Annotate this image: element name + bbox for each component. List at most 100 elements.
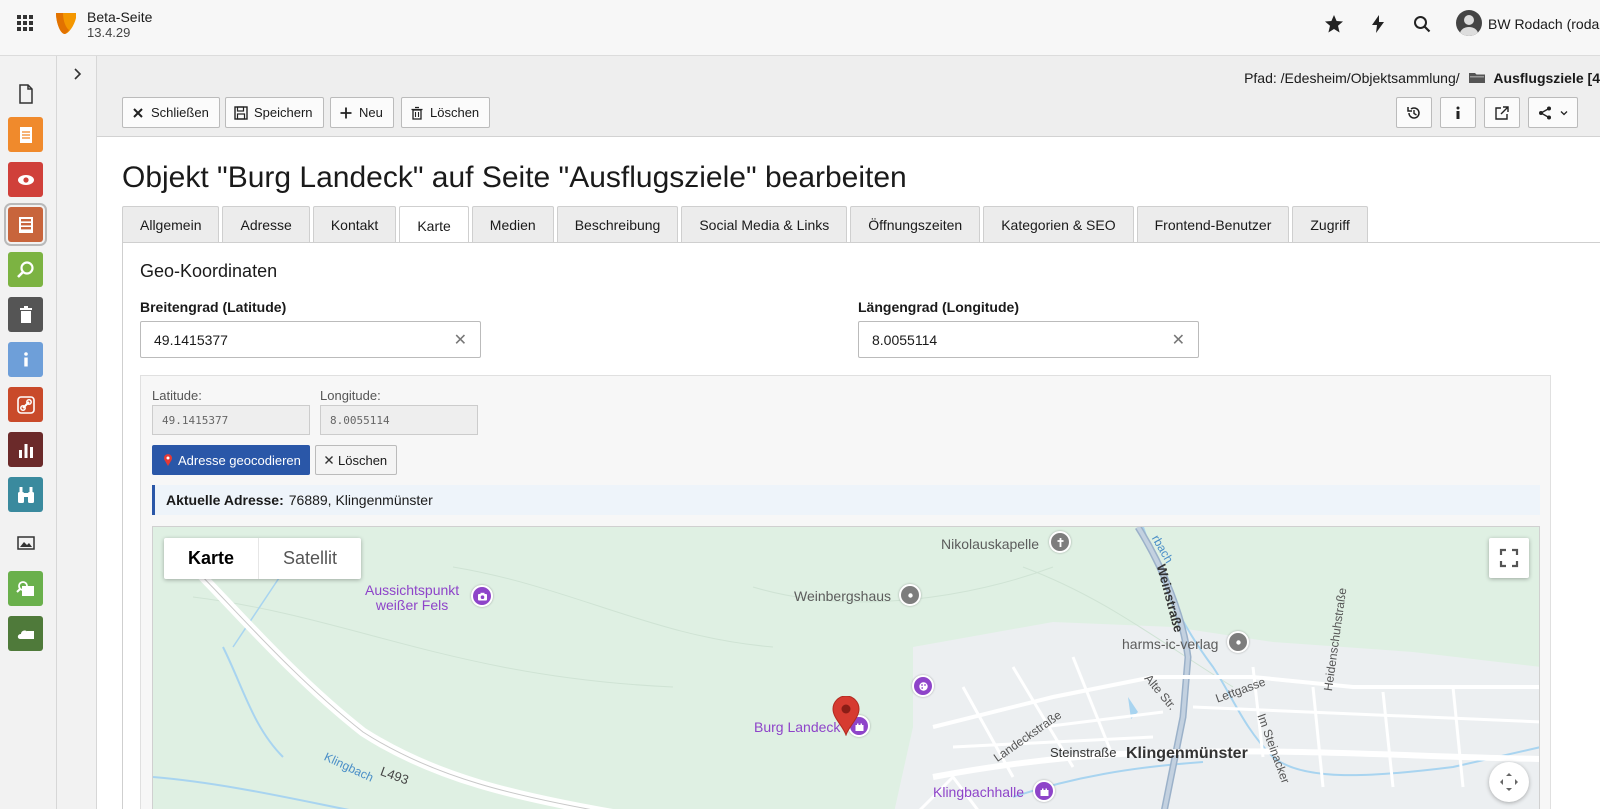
castle-icon[interactable] [1033,780,1055,802]
map-lat-readonly-field: 49.1415377 [152,405,310,435]
new-button[interactable]: Neu [330,97,394,128]
open-new-window-button[interactable] [1484,97,1520,128]
site-version: 13.4.29 [87,25,131,40]
search-module-icon[interactable] [8,252,43,287]
tab-beschreibung[interactable]: Beschreibung [556,206,679,243]
doc-header: Pfad: /Edesheim/Objektsammlung/ Ausflugs… [97,56,1600,137]
flash-cache-icon[interactable] [1366,12,1390,36]
delete-button[interactable]: Löschen [401,97,491,128]
location-marker-icon[interactable] [831,696,861,736]
place-dot-icon[interactable] [1227,631,1249,653]
close-button[interactable]: Schließen [122,97,220,128]
share-dropdown-button[interactable] [1528,97,1578,128]
camera-icon[interactable] [471,585,493,607]
history-icon [1407,106,1420,119]
palette-icon[interactable] [912,675,934,697]
site-name[interactable]: Beta-Seite [87,9,152,25]
save-button[interactable]: Speichern [225,97,324,128]
search-icon[interactable] [1410,12,1434,36]
clear-coordinates-button[interactable]: Löschen [315,445,398,475]
recycler-module-icon[interactable] [8,297,43,332]
current-address-value: 76889, Klingenmünster [288,492,433,508]
clear-latitude-icon[interactable]: ✕ [454,330,467,350]
external-link-icon [1495,105,1509,120]
map-type-satellit-button[interactable]: Satellit [259,538,361,579]
tab-frontend-benutzer[interactable]: Frontend-Benutzer [1136,206,1290,243]
map-lat-label: Latitude: [152,388,202,403]
info-button[interactable] [1440,97,1476,128]
poi-weinbergshaus-label: Weinbergshaus [794,588,892,604]
module-menu [0,56,57,809]
view-module-icon[interactable] [8,162,43,197]
app-grid-icon[interactable] [14,12,36,34]
cloud-module-icon[interactable] [8,616,43,651]
poi-nikolauskapelle-label: Nikolauskapelle [941,536,1040,552]
clear-longitude-icon[interactable]: ✕ [1172,330,1185,350]
tab-kategorien-seo[interactable]: Kategorien & SEO [983,206,1134,243]
poi-burg-landeck-label: Burg Landeck [754,719,841,735]
close-icon [325,456,333,464]
tab-medien[interactable]: Medien [471,206,554,243]
share-icon [1539,106,1551,119]
link-validator-module-icon[interactable] [8,387,43,422]
street-steinstrasse: Steinstraße [1050,745,1117,760]
town-klingenmuenster-label: Klingenmünster [1126,745,1248,762]
section-title: Geo-Koordinaten [140,261,278,281]
clear-button-label: Löschen [338,452,388,468]
longitude-field[interactable]: 8.0055114 ✕ [858,321,1199,358]
navigation-toggle-bar [57,56,97,809]
new-button-label: Neu [359,105,383,120]
binoculars-module-icon[interactable] [8,477,43,512]
tab-allgemein[interactable]: Allgemein [122,206,220,243]
tab-zugriff[interactable]: Zugriff [1292,206,1368,243]
map-lng-label: Longitude: [320,388,381,403]
page-title: Objekt "Burg Landeck" auf Seite "Ausflug… [122,161,907,194]
chevron-right-icon[interactable] [69,66,85,82]
save-button-label: Speichern [254,105,313,120]
info-module-icon[interactable] [8,342,43,377]
map-lng-readonly-field: 8.0055114 [320,405,478,435]
tab-panel-karte: Geo-Koordinaten Breitengrad (Latitude) 4… [122,242,1600,809]
place-dot-icon[interactable] [899,584,921,606]
longitude-value: 8.0055114 [872,331,938,348]
latitude-label: Breitengrad (Latitude) [140,299,287,315]
list-module-icon[interactable] [8,117,43,152]
camera-control-button[interactable] [1489,762,1529,802]
poi-harms-label: harms-ic-verlag [1122,636,1219,652]
bookmark-star-icon[interactable] [1322,12,1346,36]
tab-adresse[interactable]: Adresse [222,206,310,243]
statistics-module-icon[interactable] [8,432,43,467]
map-type-karte-button[interactable]: Karte [164,538,260,579]
geocode-address-button[interactable]: Adresse geocodieren [152,445,310,475]
media-search-module-icon[interactable] [8,571,43,606]
fullscreen-button[interactable] [1489,538,1529,578]
main-content: Objekt "Burg Landeck" auf Seite "Ausflug… [97,137,1600,809]
history-button[interactable] [1396,97,1432,128]
page-module-icon[interactable] [8,76,43,111]
latitude-field[interactable]: 49.1415377 ✕ [140,321,481,358]
cross-icon[interactable] [1049,531,1071,553]
poi-aussichtspunkt-line1: Aussichtspunkt [365,582,460,598]
fullscreen-icon [1499,548,1519,568]
breadcrumb-current[interactable]: Ausflugsziele [4 [1493,70,1600,86]
map-widget: Latitude: 49.1415377 Longitude: 8.005511… [140,375,1551,809]
records-module-icon[interactable] [4,203,47,246]
image-module-icon[interactable] [8,525,43,560]
save-icon [234,105,248,120]
user-avatar[interactable] [1456,10,1482,36]
google-map[interactable]: Karte Satellit Nikolauskapelle Aussichts… [152,526,1540,809]
map-type-control: Karte Satellit [164,538,362,579]
tab-kontakt[interactable]: Kontakt [312,206,397,243]
info-icon [1456,106,1460,119]
typo3-logo[interactable] [54,10,78,36]
user-name[interactable]: BW Rodach (roda [1488,16,1599,32]
tab-oeffnungszeiten[interactable]: Öffnungszeiten [850,206,981,243]
current-address-label: Aktuelle Adresse: [166,492,284,508]
tab-bar: Allgemein Adresse Kontakt Karte Medien B… [122,206,1368,244]
close-icon [133,107,143,118]
tab-social-media-links[interactable]: Social Media & Links [681,206,848,243]
delete-button-label: Löschen [430,105,480,120]
close-button-label: Schließen [151,105,209,120]
tab-karte[interactable]: Karte [399,206,469,244]
move-arrows-icon [1500,773,1518,791]
